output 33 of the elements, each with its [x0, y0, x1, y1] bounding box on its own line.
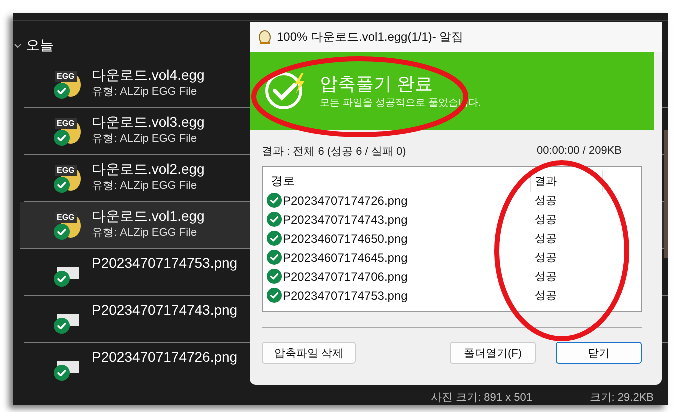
result-status: 성공	[534, 232, 557, 246]
result-status: 성공	[534, 194, 557, 208]
file-type: 유형: ALZip EGG File	[92, 179, 198, 194]
elapsed-size: 00:00:00 / 209KB	[536, 145, 622, 157]
file-name: P20234707174726.png	[92, 348, 238, 367]
file-name: 다운로드.vol3.egg	[92, 113, 205, 132]
file-path: P20234707174706.png	[283, 270, 408, 284]
file-name: 다운로드.vol4.egg	[92, 66, 205, 85]
file-name: P20234707174743.png	[92, 301, 238, 320]
file-type: 유형: ALZip EGG File	[92, 132, 198, 147]
file-path: P20234707174753.png	[283, 288, 408, 302]
result-status: 성공	[534, 251, 557, 265]
icon-label: EGG	[55, 118, 77, 129]
file-path: P20234707174743.png	[283, 212, 408, 226]
result-status: 성공	[534, 270, 557, 284]
window-title: 100% 다운로드.vol1.egg(1/1)- 알집	[277, 28, 464, 46]
result-status: 성공	[534, 213, 557, 227]
file-path: P20234607174650.png	[283, 232, 408, 246]
detail-text: 사진 크기: 891 x 501	[431, 391, 532, 405]
detail-text: 크기: 29.2KB	[590, 391, 654, 405]
icon-label: EGG	[55, 71, 77, 82]
banner-title: 압축풀기 완료	[320, 73, 434, 96]
file-type: 유형: ALZip EGG File	[92, 85, 198, 100]
file-name: 다운로드.vol1.egg	[92, 207, 205, 226]
file-name: 다운로드.vol2.egg	[92, 160, 205, 179]
file-path: P20234607174645.png	[283, 250, 408, 264]
file-path: P20234707174726.png	[283, 194, 408, 208]
file-name: P20234707174753.png	[92, 254, 238, 273]
file-type: 유형: ALZip EGG File	[92, 226, 198, 241]
icon-label: EGG	[55, 165, 77, 176]
result-summary: 결과 : 전체 6 (성공 6 / 실패 0)	[262, 144, 406, 158]
result-status: 성공	[534, 289, 557, 303]
icon-label: EGG	[55, 212, 77, 223]
